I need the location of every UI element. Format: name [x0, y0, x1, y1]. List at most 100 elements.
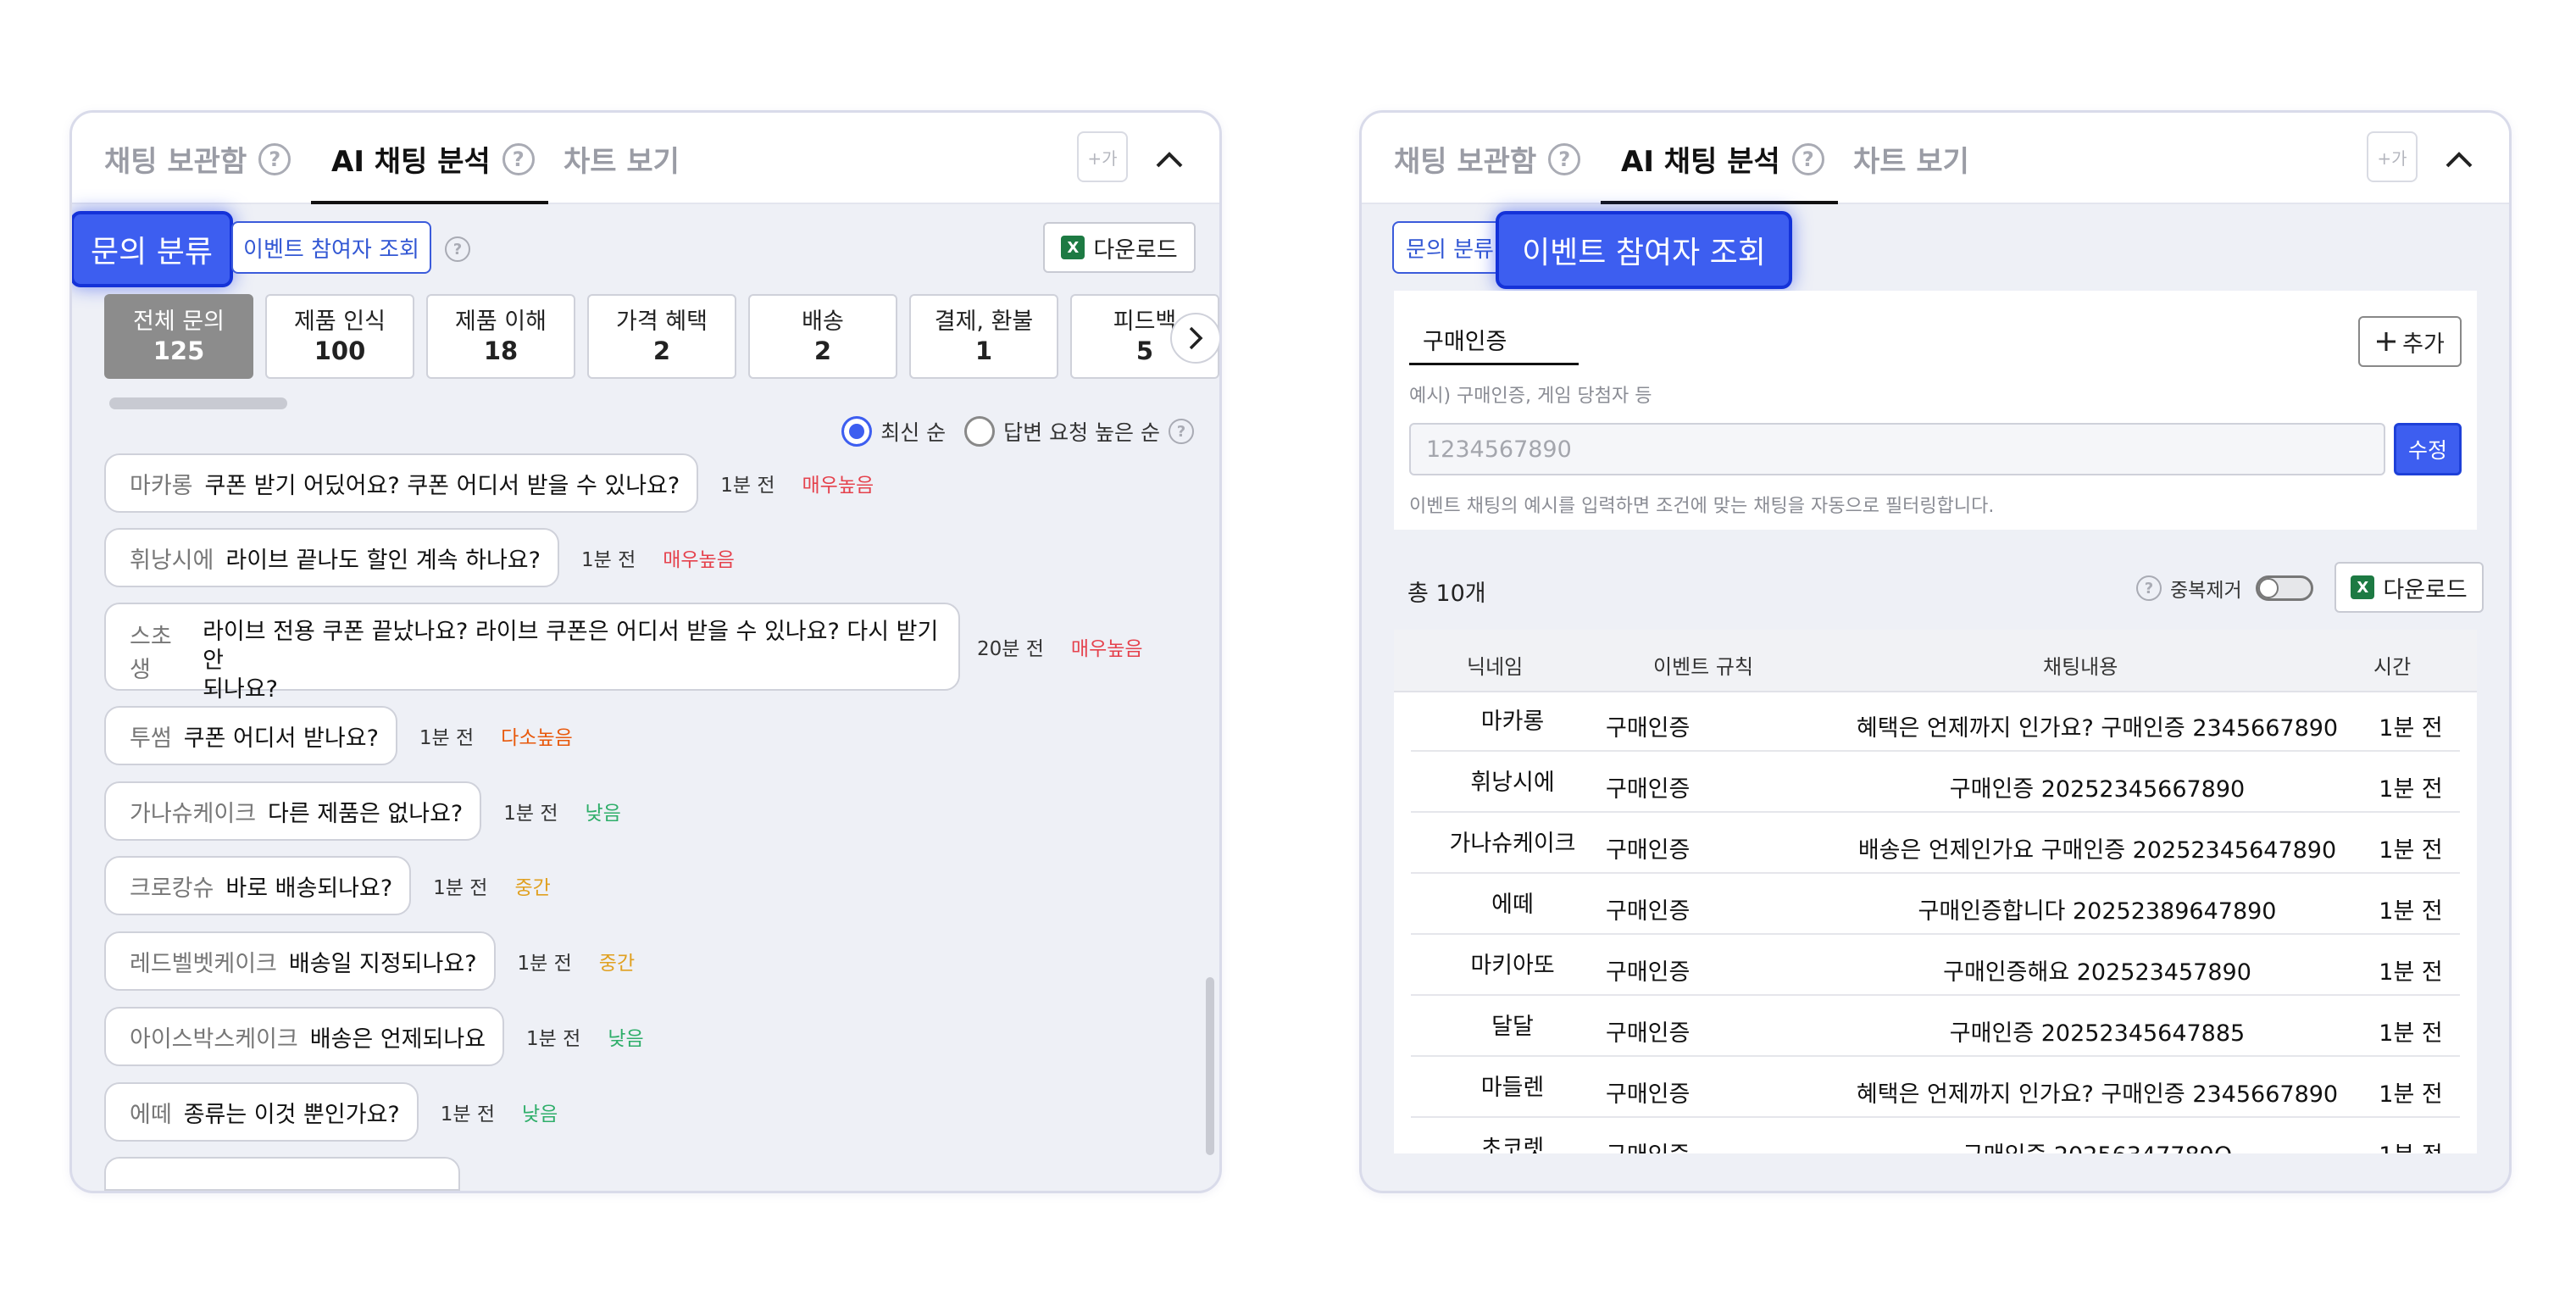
- subtab-event-participants[interactable]: 이벤트 참여자 조회: [1496, 211, 1792, 289]
- tab-chat-archive[interactable]: 채팅 보관함 ?: [1394, 138, 1581, 180]
- font-size-button[interactable]: +가: [1077, 131, 1128, 182]
- category-count: 125: [153, 336, 205, 365]
- category-name: 전체 문의: [133, 308, 225, 335]
- vertical-scrollbar[interactable]: [1206, 977, 1214, 1155]
- category-card-product-recognition[interactable]: 제품 인식 100: [265, 294, 414, 379]
- message-time: 1분 전: [503, 803, 558, 825]
- message-item[interactable]: 휘낭시에 라이브 끝나도 할인 계속 하나요? 1분 전 매우높음: [104, 528, 735, 587]
- category-card-all[interactable]: 전체 문의 125: [104, 294, 253, 379]
- message-text: 라이브 끝나도 할인 계속 하나요?: [225, 547, 541, 574]
- rule-hint: 예시) 구매인증, 게임 당첨자 등: [1409, 386, 1652, 407]
- nickname: 에떼: [130, 1101, 172, 1128]
- category-card-price-benefit[interactable]: 가격 혜택 2: [587, 294, 736, 379]
- tab-label: 채팅 보관함: [104, 145, 247, 179]
- table-row[interactable]: 휘낭시에 구매인증 구매인증 20252345667890 1분 전: [1411, 753, 2460, 813]
- nickname: 레드벨벳케이크: [130, 950, 277, 977]
- cell-chat-content: 구매인증해요 202523457890: [1943, 959, 2251, 986]
- category-name: 제품 이해: [455, 308, 547, 335]
- cell-chat-content: 구매인증 20252345647885: [1949, 1020, 2246, 1047]
- priority-badge: 매우높음: [663, 549, 735, 571]
- chevron-up-icon[interactable]: [2438, 138, 2480, 181]
- sort-high-request-label: 답변 요청 높은 순: [1003, 420, 1160, 445]
- rule-tab-purchase-verification[interactable]: 구매인증: [1409, 316, 1579, 365]
- message-item[interactable]: 가나슈케이크 다른 제품은 없나요? 1분 전 낮음: [104, 781, 621, 841]
- nickname: 투썸: [130, 725, 172, 752]
- tab-bar: 채팅 보관함 ? AI 채팅 분석 ? 차트 보기 +가: [1362, 113, 2509, 204]
- message-item[interactable]: 스초생 라이브 전용 쿠폰 끝났나요? 라이브 쿠폰은 어디서 받을 수 있나요…: [104, 603, 1143, 703]
- help-icon[interactable]: ?: [2136, 575, 2162, 601]
- message-item[interactable]: 크로캉슈 바로 배송되나요? 1분 전 중간: [104, 856, 551, 915]
- sort-options: 최신 순 답변 요청 높은 순 ?: [841, 416, 1194, 447]
- message-text: 다른 제품은 없나요?: [268, 800, 464, 827]
- cell-chat-content: 구매인증합니다 20252389647890: [1918, 898, 2277, 925]
- priority-badge: 낮음: [522, 1103, 558, 1125]
- message-item[interactable]: 투썸 쿠폰 어디서 받나요? 1분 전 다소높음: [104, 706, 573, 765]
- example-input[interactable]: 1234567890: [1409, 423, 2385, 475]
- chevron-up-icon[interactable]: [1148, 138, 1191, 181]
- help-icon[interactable]: ?: [1791, 142, 1824, 175]
- horizontal-scrollbar[interactable]: [109, 397, 287, 409]
- cell-time: 1분 전: [2379, 959, 2443, 986]
- category-name: 가격 혜택: [616, 308, 708, 335]
- category-name: 피드백: [1113, 308, 1177, 335]
- tab-ai-chat-analysis[interactable]: AI 채팅 분석 ?: [331, 138, 535, 180]
- help-icon[interactable]: ?: [258, 142, 291, 175]
- cell-event-rule: 구매인증: [1606, 1020, 1690, 1047]
- help-icon[interactable]: ?: [445, 236, 470, 262]
- cell-time: 1분 전: [2379, 1081, 2443, 1108]
- category-card-product-understanding[interactable]: 제품 이해 18: [426, 294, 575, 379]
- nickname: 크로캉슈: [130, 875, 214, 902]
- category-count: 100: [314, 336, 366, 365]
- total-count: 총 10개: [1407, 581, 1486, 607]
- message-text: 종류는 이것 뿐인가요?: [183, 1101, 400, 1128]
- table-row[interactable]: 마들렌 구매인증 혜택은 언제까지 인가요? 구매인증 2345667890 1분 전: [1411, 1059, 2460, 1118]
- message-item[interactable]: 레드벨벳케이크 배송일 지정되나요? 1분 전 중간: [104, 931, 635, 991]
- table-row[interactable]: 달달 구매인증 구매인증 20252345647885 1분 전: [1411, 998, 2460, 1057]
- chevron-right-icon[interactable]: [1170, 313, 1219, 364]
- subtab-event-participants[interactable]: 이벤트 참여자 조회: [231, 221, 431, 274]
- download-button[interactable]: X 다운로드: [2334, 562, 2484, 613]
- tab-label: 차트 보기: [564, 145, 680, 179]
- tab-label: AI 채팅 분석: [331, 145, 491, 179]
- help-icon[interactable]: ?: [1548, 142, 1581, 175]
- tab-chat-archive[interactable]: 채팅 보관함 ?: [104, 138, 291, 180]
- category-name: 제품 인식: [294, 308, 386, 335]
- message-text: 라이브 전용 쿠폰 끝났나요? 라이브 쿠폰은 어디서 받을 수 있나요? 다시…: [203, 619, 939, 674]
- tab-chart-view[interactable]: 차트 보기: [564, 138, 680, 180]
- message-item[interactable]: 마카롱 쿠폰 받기 어딨어요? 쿠폰 어디서 받을 수 있나요? 1분 전 매우높…: [104, 453, 874, 513]
- message-time: 1분 전: [526, 1028, 581, 1050]
- category-card-shipping[interactable]: 배송 2: [748, 294, 897, 379]
- help-icon[interactable]: ?: [1169, 419, 1194, 444]
- header-event-rule: 이벤트 규칙: [1653, 655, 1754, 679]
- table-row[interactable]: 에떼 구매인증 구매인증합니다 20252389647890 1분 전: [1411, 875, 2460, 935]
- radio-high-request[interactable]: [964, 416, 996, 447]
- excel-icon: X: [1061, 236, 1085, 259]
- subtab-inquiry-classification[interactable]: 문의 분류: [1392, 221, 1502, 274]
- dedup-toggle[interactable]: [2255, 575, 2313, 601]
- add-rule-button[interactable]: 추가: [2358, 316, 2462, 367]
- table-row[interactable]: 마키아또 구매인증 구매인증해요 202523457890 1분 전: [1411, 937, 2460, 996]
- cell-event-rule: 구매인증: [1606, 1081, 1690, 1108]
- subtab-inquiry-classification[interactable]: 문의 분류: [72, 211, 233, 287]
- tab-chart-view[interactable]: 차트 보기: [1853, 138, 1969, 180]
- edit-button[interactable]: 수정: [2394, 423, 2462, 475]
- cell-time: 1분 전: [2379, 1137, 2442, 1153]
- download-button[interactable]: X 다운로드: [1043, 222, 1196, 273]
- table-row[interactable]: 마카롱 구매인증 혜택은 언제까지 인가요? 구매인증 2345667890 1분 전: [1411, 692, 2460, 752]
- table-row[interactable]: 가나슈케이크 구매인증 배송은 언제인가요 구매인증 20252345647890 1…: [1411, 814, 2460, 874]
- table-row[interactable]: 초코렛 구매인증 구매인증 20256347789O 1분 전: [1411, 1120, 2460, 1153]
- message-time: 1분 전: [433, 877, 488, 899]
- cell-event-rule: 구매인증: [1606, 837, 1690, 864]
- category-name: 배송: [802, 308, 844, 335]
- font-size-button[interactable]: +가: [2367, 131, 2418, 182]
- tab-label: 차트 보기: [1853, 145, 1969, 179]
- message-item[interactable]: 아이스박스케이크 배송은 언제되나요 1분 전 낮음: [104, 1007, 644, 1066]
- message-item[interactable]: 에떼 종류는 이것 뿐인가요? 1분 전 낮음: [104, 1082, 558, 1142]
- help-icon[interactable]: ?: [502, 142, 535, 175]
- tab-ai-chat-analysis[interactable]: AI 채팅 분석 ?: [1621, 138, 1824, 180]
- header-nickname: 닉네임: [1467, 655, 1524, 679]
- message-time: 1분 전: [419, 727, 475, 749]
- category-card-payment-refund[interactable]: 결제, 환불 1: [909, 294, 1058, 379]
- radio-latest[interactable]: [841, 416, 873, 447]
- cell-nickname: 달달: [1491, 1014, 1534, 1040]
